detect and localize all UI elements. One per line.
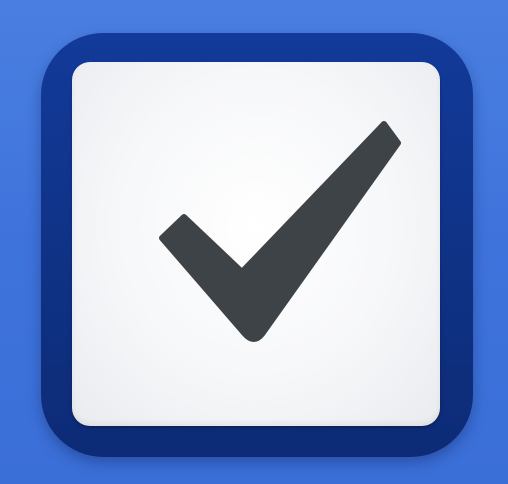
- checkbox-tile: [72, 62, 440, 426]
